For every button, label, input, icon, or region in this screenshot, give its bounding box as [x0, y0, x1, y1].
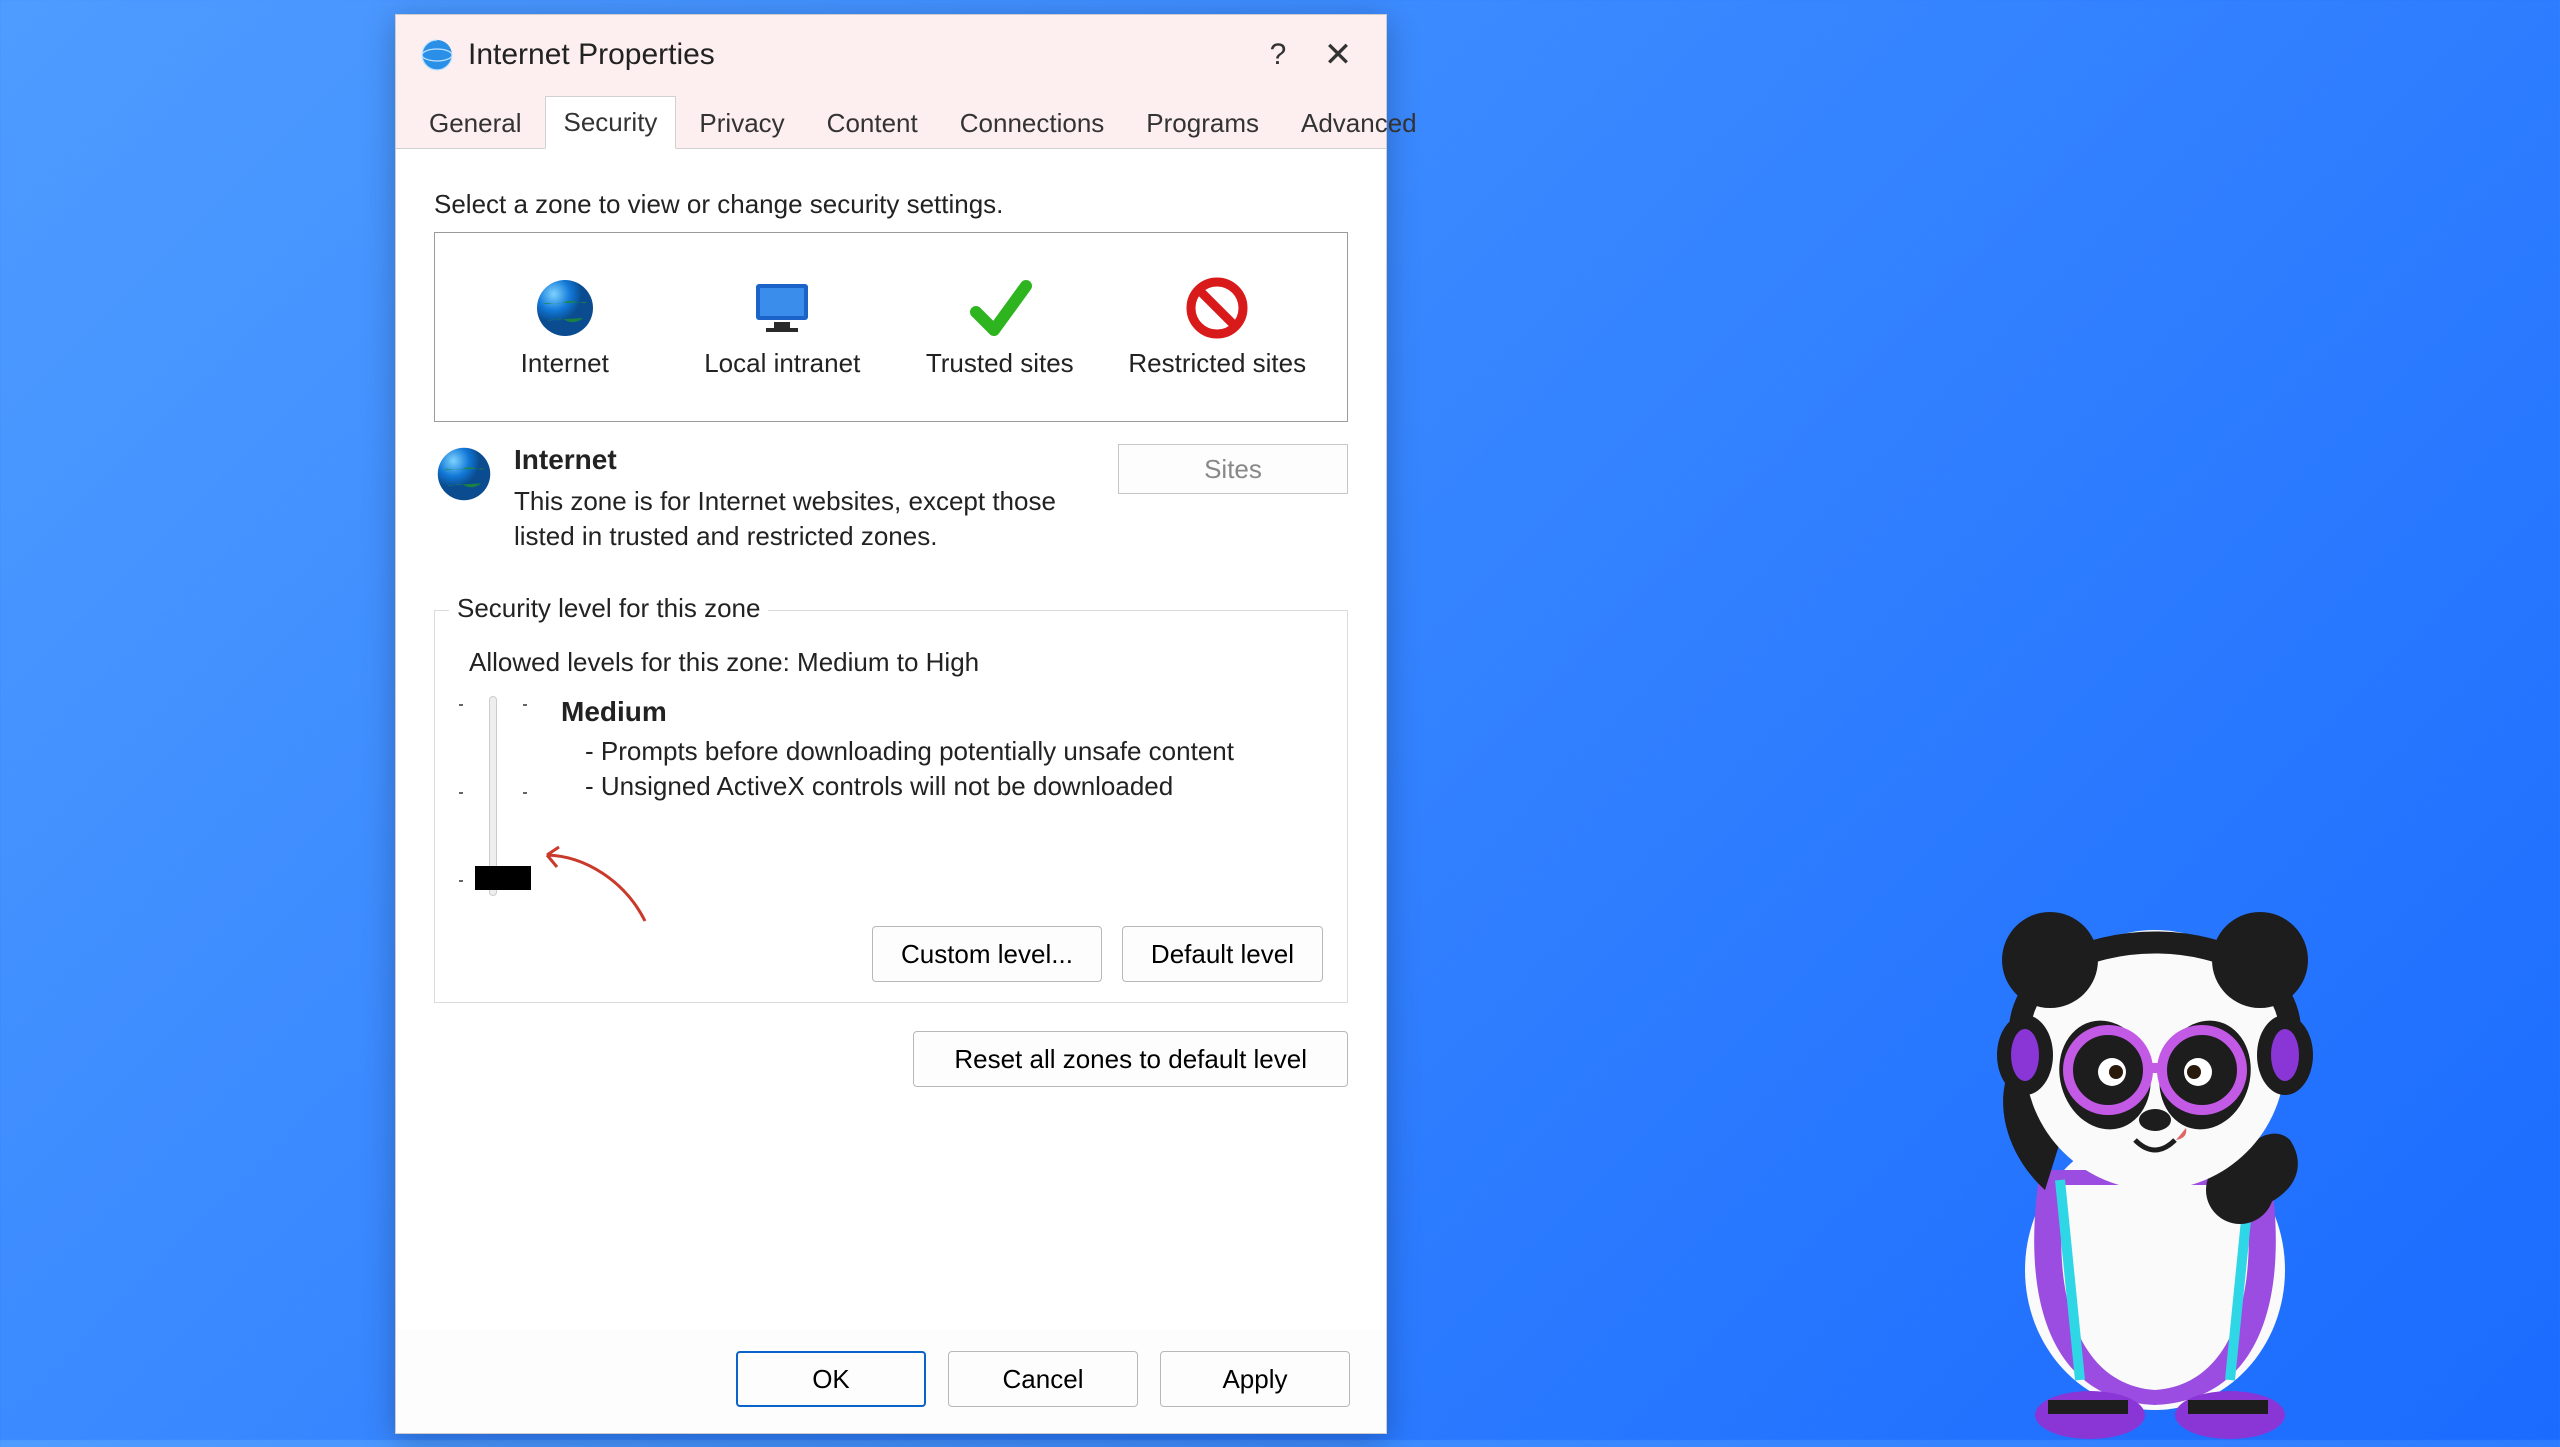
titlebar: Internet Properties ? ✕	[396, 15, 1386, 95]
tab-advanced[interactable]: Advanced	[1282, 97, 1436, 149]
sites-button[interactable]: Sites	[1118, 444, 1348, 494]
tab-connections[interactable]: Connections	[941, 97, 1124, 149]
zone-label: Local intranet	[704, 348, 860, 379]
level-bullet: - Prompts before downloading potentially…	[585, 734, 1234, 769]
default-level-button[interactable]: Default level	[1122, 926, 1323, 982]
globe-icon	[533, 276, 597, 340]
tab-programs[interactable]: Programs	[1127, 97, 1278, 149]
apply-button[interactable]: Apply	[1160, 1351, 1350, 1407]
close-button[interactable]: ✕	[1308, 35, 1368, 75]
zone-label: Internet	[521, 348, 609, 379]
cancel-button[interactable]: Cancel	[948, 1351, 1138, 1407]
tab-content-panel: Select a zone to view or change security…	[396, 149, 1386, 1329]
window-title: Internet Properties	[468, 38, 1248, 72]
zone-label: Restricted sites	[1128, 348, 1306, 379]
zone-label: Trusted sites	[926, 348, 1074, 379]
zone-internet[interactable]: Internet	[475, 276, 655, 379]
tabstrip: General Security Privacy Content Connect…	[396, 95, 1386, 149]
group-legend: Security level for this zone	[449, 593, 768, 624]
current-zone-description: This zone is for Internet websites, exce…	[514, 484, 1078, 554]
internet-properties-dialog: Internet Properties ? ✕ General Security…	[395, 14, 1387, 1434]
current-zone-name: Internet	[514, 444, 1078, 476]
annotation-arrow-icon	[535, 841, 655, 931]
dialog-button-row: OK Cancel Apply	[396, 1329, 1386, 1433]
tab-general[interactable]: General	[410, 97, 541, 149]
panda-mascot-image	[1930, 840, 2380, 1440]
level-name: Medium	[561, 696, 1234, 728]
globe-icon	[434, 444, 494, 504]
tab-content[interactable]: Content	[808, 97, 937, 149]
tab-privacy[interactable]: Privacy	[680, 97, 803, 149]
zone-trusted-sites[interactable]: Trusted sites	[910, 276, 1090, 379]
security-level-slider[interactable]	[465, 696, 521, 896]
allowed-levels-text: Allowed levels for this zone: Medium to …	[469, 647, 1323, 678]
checkmark-icon	[968, 276, 1032, 340]
level-bullet: - Unsigned ActiveX controls will not be …	[585, 769, 1234, 804]
slider-thumb[interactable]	[475, 866, 531, 890]
ok-button[interactable]: OK	[736, 1351, 926, 1407]
zone-description-row: Internet This zone is for Internet websi…	[434, 444, 1348, 554]
internet-options-icon	[420, 38, 454, 72]
zone-selector: Internet Local intranet Trusted sites Re…	[434, 232, 1348, 422]
zone-local-intranet[interactable]: Local intranet	[693, 276, 873, 379]
reset-all-zones-button[interactable]: Reset all zones to default level	[913, 1031, 1348, 1087]
monitor-icon	[750, 276, 814, 340]
no-entry-icon	[1185, 276, 1249, 340]
custom-level-button[interactable]: Custom level...	[872, 926, 1102, 982]
zone-instruction: Select a zone to view or change security…	[434, 189, 1348, 220]
security-level-group: Security level for this zone Allowed lev…	[434, 610, 1348, 1003]
zone-restricted-sites[interactable]: Restricted sites	[1128, 276, 1308, 379]
help-button[interactable]: ?	[1248, 38, 1308, 72]
tab-security[interactable]: Security	[545, 96, 677, 149]
